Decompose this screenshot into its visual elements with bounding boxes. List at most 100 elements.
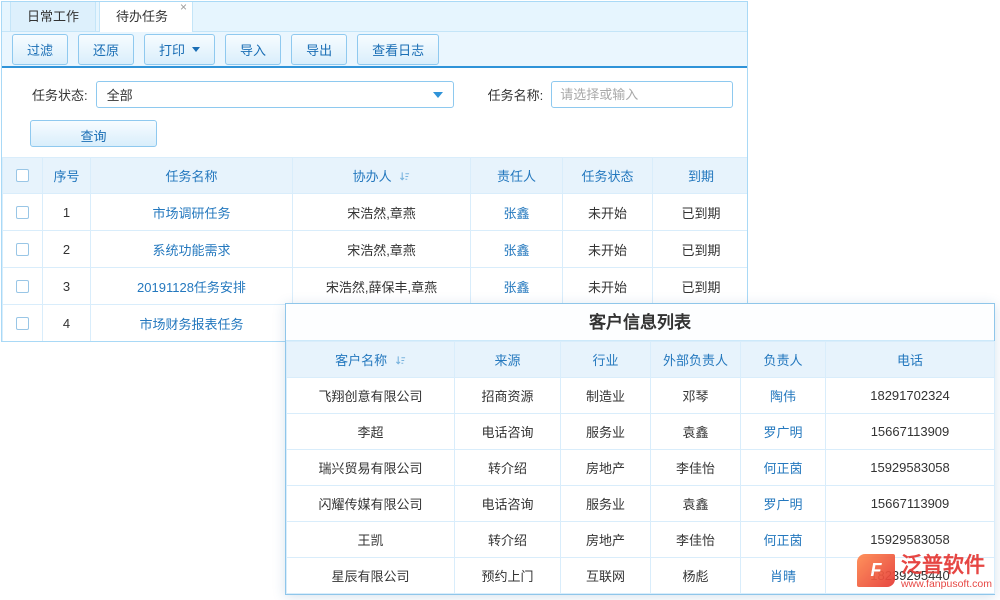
task-name-link[interactable]: 20191128任务安排	[137, 280, 246, 295]
task-name-cell: 市场财务报表任务	[91, 305, 293, 342]
sort-icon	[395, 355, 406, 366]
col-helpers[interactable]: 协办人	[293, 158, 471, 194]
import-button-label: 导入	[240, 40, 266, 59]
col-phone: 电话	[826, 342, 995, 378]
task-name-link[interactable]: 系统功能需求	[152, 243, 230, 258]
phone-cell: 15667113909	[826, 414, 995, 450]
industry-cell: 房地产	[561, 450, 651, 486]
industry-cell: 制造业	[561, 378, 651, 414]
helpers-cell: 宋浩然,薛保丰,章燕	[293, 268, 471, 305]
sort-icon	[399, 171, 410, 182]
view-log-button[interactable]: 查看日志	[357, 34, 439, 65]
task-table-header-row: 序号 任务名称 协办人 责任人 任务状态 到期	[3, 158, 749, 194]
no-cell: 2	[43, 231, 91, 268]
phone-cell: 18291702324	[826, 378, 995, 414]
owner-link[interactable]: 肖晴	[770, 569, 796, 584]
customer-info-dialog: 客户信息列表 客户名称 来源 行业 外部负责人 负责人 电话	[285, 303, 995, 595]
external-owner-cell: 李佳怡	[651, 450, 741, 486]
brand-url: www.fanpusoft.com	[901, 578, 992, 590]
checkbox-cell	[3, 268, 43, 305]
task-name-link[interactable]: 市场调研任务	[152, 206, 230, 221]
task-status-label: 任务状态:	[32, 85, 88, 104]
fanpu-logo-icon: F	[857, 554, 895, 587]
owner-link[interactable]: 张鑫	[503, 280, 529, 295]
source-cell: 预约上门	[455, 558, 561, 594]
owner-cell: 罗广明	[741, 414, 826, 450]
close-icon[interactable]: ×	[180, 1, 187, 13]
task-status-value: 全部	[107, 85, 133, 104]
no-cell: 4	[43, 305, 91, 342]
col-owner: 责任人	[471, 158, 563, 194]
task-name-cell: 市场调研任务	[91, 194, 293, 231]
print-button[interactable]: 打印	[144, 34, 215, 65]
owner-link[interactable]: 何正茵	[763, 533, 802, 548]
filter-button[interactable]: 过滤	[12, 34, 68, 65]
external-owner-cell: 袁鑫	[651, 414, 741, 450]
source-cell: 转介绍	[455, 522, 561, 558]
owner-link[interactable]: 罗广明	[763, 425, 802, 440]
import-button[interactable]: 导入	[225, 34, 281, 65]
task-status-select[interactable]: 全部	[96, 81, 454, 108]
task-name-link[interactable]: 市场财务报表任务	[139, 317, 243, 332]
customer-name-cell: 星辰有限公司	[287, 558, 455, 594]
status-cell: 未开始	[563, 194, 653, 231]
owner-link[interactable]: 张鑫	[503, 243, 529, 258]
no-cell: 3	[43, 268, 91, 305]
col-no: 序号	[43, 158, 91, 194]
status-cell: 未开始	[563, 268, 653, 305]
owner-link[interactable]: 陶伟	[770, 389, 796, 404]
table-row: 飞翔创意有限公司 招商资源 制造业 邓琴 陶伟 18291702324	[287, 378, 995, 414]
table-row: 王凯 转介绍 房地产 李佳怡 何正茵 15929583058	[287, 522, 995, 558]
select-all-checkbox[interactable]	[16, 169, 29, 182]
row-checkbox[interactable]	[16, 317, 29, 330]
customer-table-header-row: 客户名称 来源 行业 外部负责人 负责人 电话	[287, 342, 995, 378]
filter-button-label: 过滤	[27, 40, 53, 59]
task-name-cell: 系统功能需求	[91, 231, 293, 268]
owner-link[interactable]: 何正茵	[763, 461, 802, 476]
owner-cell: 肖晴	[741, 558, 826, 594]
query-button[interactable]: 查询	[30, 120, 157, 147]
col-customer-name[interactable]: 客户名称	[287, 342, 455, 378]
col-industry: 行业	[561, 342, 651, 378]
col-due: 到期	[653, 158, 749, 194]
tab-daily-work[interactable]: 日常工作	[10, 1, 96, 31]
brand-name: 泛普软件	[901, 554, 992, 578]
task-name-input[interactable]	[551, 81, 733, 108]
helpers-cell: 宋浩然,章燕	[293, 231, 471, 268]
col-helpers-label: 协办人	[353, 169, 392, 184]
todo-task-window: 日常工作 待办任务 × 过滤 还原 打印 导入 导出 查看日志 任务状态: 全部	[1, 1, 748, 342]
export-button[interactable]: 导出	[291, 34, 347, 65]
helpers-cell: 宋浩然,章燕	[293, 194, 471, 231]
restore-button[interactable]: 还原	[78, 34, 134, 65]
industry-cell: 互联网	[561, 558, 651, 594]
col-source: 来源	[455, 342, 561, 378]
col-owner: 负责人	[741, 342, 826, 378]
checkbox-cell	[3, 194, 43, 231]
customer-name-cell: 李超	[287, 414, 455, 450]
due-cell: 已到期	[653, 231, 749, 268]
row-checkbox[interactable]	[16, 206, 29, 219]
owner-link[interactable]: 张鑫	[503, 206, 529, 221]
no-cell: 1	[43, 194, 91, 231]
row-checkbox[interactable]	[16, 280, 29, 293]
source-cell: 转介绍	[455, 450, 561, 486]
phone-cell: 15929583058	[826, 522, 995, 558]
external-owner-cell: 李佳怡	[651, 522, 741, 558]
print-button-label: 打印	[159, 40, 185, 59]
tab-daily-work-label: 日常工作	[27, 9, 79, 24]
owner-link[interactable]: 罗广明	[763, 497, 802, 512]
row-checkbox[interactable]	[16, 243, 29, 256]
checkbox-cell	[3, 231, 43, 268]
tab-todo-tasks[interactable]: 待办任务 ×	[99, 1, 193, 32]
table-row: 3 20191128任务安排 宋浩然,薛保丰,章燕 张鑫 未开始 已到期	[3, 268, 749, 305]
chevron-down-icon	[192, 47, 200, 52]
source-cell: 电话咨询	[455, 486, 561, 522]
customer-name-cell: 闪耀传媒有限公司	[287, 486, 455, 522]
phone-cell: 15929583058	[826, 450, 995, 486]
industry-cell: 房地产	[561, 522, 651, 558]
table-row: 闪耀传媒有限公司 电话咨询 服务业 袁鑫 罗广明 15667113909	[287, 486, 995, 522]
owner-cell: 罗广明	[741, 486, 826, 522]
industry-cell: 服务业	[561, 414, 651, 450]
col-customer-name-label: 客户名称	[335, 353, 387, 368]
status-cell: 未开始	[563, 231, 653, 268]
